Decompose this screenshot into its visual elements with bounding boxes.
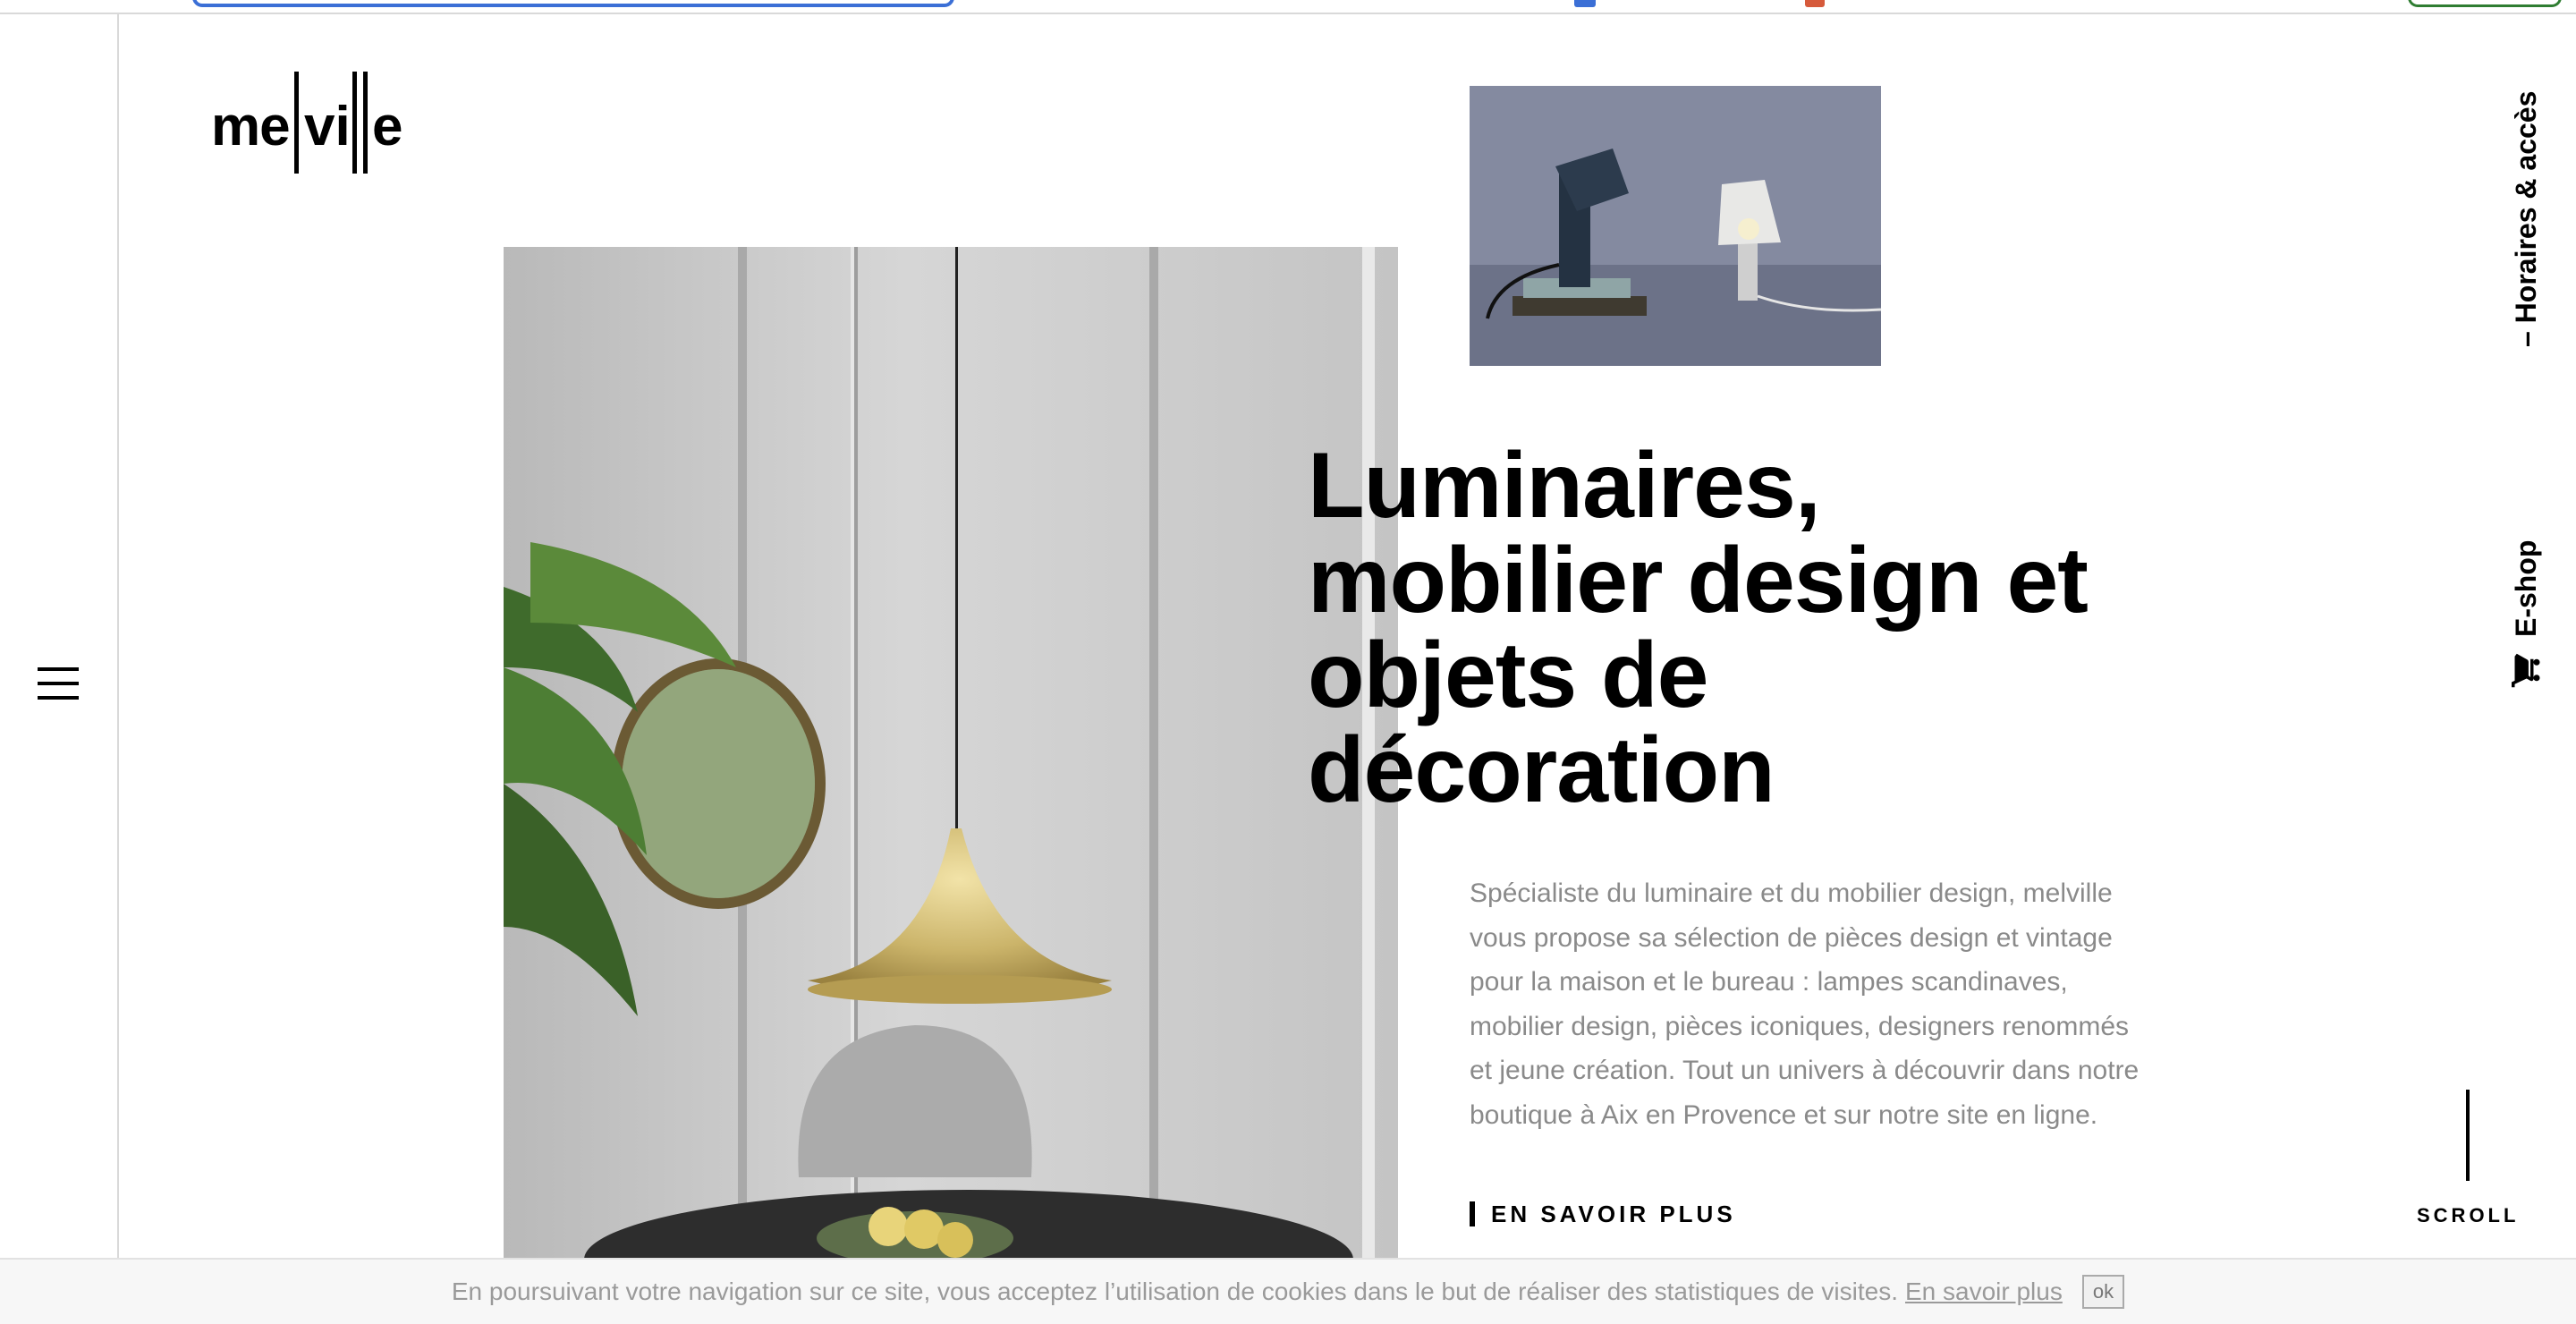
lamps-product-photo bbox=[1470, 86, 1881, 366]
address-bar-edge bbox=[192, 0, 954, 7]
toolbar-icon bbox=[1574, 0, 1596, 7]
headline-line: objets de bbox=[1308, 624, 1709, 727]
accent-bar bbox=[1470, 1201, 1475, 1226]
page-headline: Luminaires, mobilier design et objets de… bbox=[1308, 438, 2220, 818]
headline-line: décoration bbox=[1308, 718, 1775, 822]
headline-line: Luminaires, bbox=[1308, 434, 1821, 538]
melville-logo[interactable]: me vi e bbox=[211, 64, 417, 177]
browser-chrome-remnant bbox=[0, 0, 2576, 14]
learn-more-label: EN SAVOIR PLUS bbox=[1491, 1200, 1736, 1227]
headline-line: mobilier design et bbox=[1308, 529, 2089, 632]
svg-text:e: e bbox=[372, 96, 402, 157]
svg-text:vi: vi bbox=[304, 96, 351, 157]
eshop-link[interactable]: E-shop bbox=[2510, 540, 2543, 637]
intro-line: mobilier design, pièces iconiques, desig… bbox=[1470, 1011, 2130, 1041]
hamburger-menu-icon[interactable] bbox=[38, 667, 79, 700]
scroll-indicator-line bbox=[2466, 1090, 2470, 1181]
left-rail bbox=[0, 14, 119, 1260]
scroll-label[interactable]: SCROLL bbox=[2417, 1204, 2519, 1227]
intro-line: Spécialiste du luminaire et du mobilier … bbox=[1470, 878, 2113, 908]
cookie-banner: En poursuivant votre navigation sur ce s… bbox=[0, 1258, 2576, 1324]
toolbar-icon bbox=[1805, 0, 1825, 7]
intro-line: pour la maison et le bureau : lampes sca… bbox=[1470, 967, 2068, 997]
intro-paragraph: Spécialiste du luminaire et du mobilier … bbox=[1470, 871, 2185, 1137]
toolbar-button-edge bbox=[2408, 0, 2562, 7]
hero-interior-photo bbox=[504, 247, 1398, 1260]
hours-access-link[interactable]: – Horaires & accès bbox=[2510, 91, 2543, 347]
shopping-cart-icon[interactable] bbox=[2505, 651, 2543, 689]
intro-line: vous propose sa sélection de pièces desi… bbox=[1470, 922, 2113, 953]
intro-line: boutique à Aix en Provence et sur notre … bbox=[1470, 1099, 2098, 1130]
svg-text:me: me bbox=[211, 96, 290, 157]
cookie-ok-button[interactable]: ok bbox=[2081, 1275, 2125, 1309]
cookie-more-link[interactable]: En savoir plus bbox=[1905, 1277, 2063, 1306]
cookie-message: En poursuivant votre navigation sur ce s… bbox=[451, 1277, 1898, 1305]
intro-line: et jeune création. Tout un univers à déc… bbox=[1470, 1056, 2140, 1085]
learn-more-link[interactable]: EN SAVOIR PLUS bbox=[1470, 1201, 1736, 1227]
